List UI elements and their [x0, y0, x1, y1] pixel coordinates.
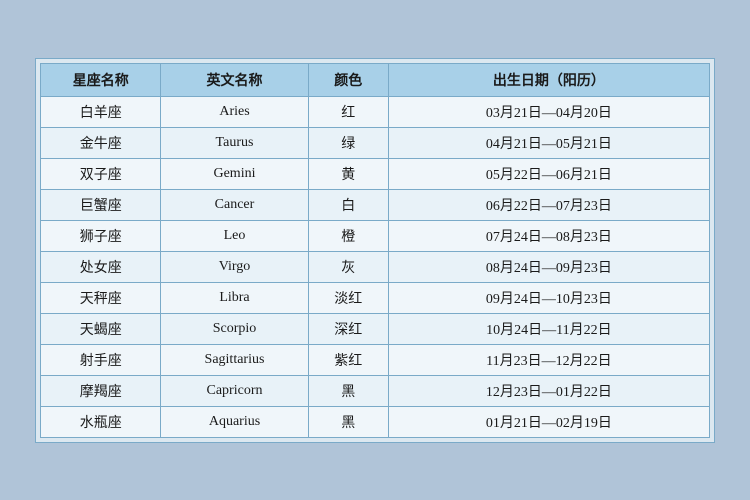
cell-color: 橙	[308, 220, 388, 251]
cell-cn-name: 射手座	[41, 344, 161, 375]
table-row: 水瓶座Aquarius黑01月21日—02月19日	[41, 406, 710, 437]
cell-cn-name: 处女座	[41, 251, 161, 282]
table-row: 巨蟹座Cancer白06月22日—07月23日	[41, 189, 710, 220]
cell-cn-name: 狮子座	[41, 220, 161, 251]
zodiac-table: 星座名称 英文名称 颜色 出生日期（阳历） 白羊座Aries红03月21日—04…	[40, 63, 710, 438]
header-cn-name: 星座名称	[41, 63, 161, 96]
cell-cn-name: 巨蟹座	[41, 189, 161, 220]
cell-en-name: Sagittarius	[161, 344, 308, 375]
cell-color: 灰	[308, 251, 388, 282]
cell-date: 12月23日—01月22日	[388, 375, 709, 406]
header-en-name: 英文名称	[161, 63, 308, 96]
cell-cn-name: 天秤座	[41, 282, 161, 313]
cell-cn-name: 天蝎座	[41, 313, 161, 344]
cell-date: 10月24日—11月22日	[388, 313, 709, 344]
cell-date: 03月21日—04月20日	[388, 96, 709, 127]
cell-color: 紫红	[308, 344, 388, 375]
cell-cn-name: 金牛座	[41, 127, 161, 158]
cell-color: 黑	[308, 406, 388, 437]
cell-en-name: Aquarius	[161, 406, 308, 437]
cell-date: 08月24日—09月23日	[388, 251, 709, 282]
table-row: 金牛座Taurus绿04月21日—05月21日	[41, 127, 710, 158]
cell-color: 黄	[308, 158, 388, 189]
table-row: 白羊座Aries红03月21日—04月20日	[41, 96, 710, 127]
cell-date: 09月24日—10月23日	[388, 282, 709, 313]
cell-color: 深红	[308, 313, 388, 344]
cell-en-name: Scorpio	[161, 313, 308, 344]
cell-date: 06月22日—07月23日	[388, 189, 709, 220]
cell-en-name: Libra	[161, 282, 308, 313]
cell-color: 白	[308, 189, 388, 220]
table-body: 白羊座Aries红03月21日—04月20日金牛座Taurus绿04月21日—0…	[41, 96, 710, 437]
table-row: 摩羯座Capricorn黑12月23日—01月22日	[41, 375, 710, 406]
cell-cn-name: 双子座	[41, 158, 161, 189]
header-date: 出生日期（阳历）	[388, 63, 709, 96]
cell-cn-name: 水瓶座	[41, 406, 161, 437]
table-row: 处女座Virgo灰08月24日—09月23日	[41, 251, 710, 282]
cell-color: 红	[308, 96, 388, 127]
cell-date: 11月23日—12月22日	[388, 344, 709, 375]
zodiac-table-container: 星座名称 英文名称 颜色 出生日期（阳历） 白羊座Aries红03月21日—04…	[35, 58, 715, 443]
table-row: 狮子座Leo橙07月24日—08月23日	[41, 220, 710, 251]
cell-date: 07月24日—08月23日	[388, 220, 709, 251]
cell-cn-name: 摩羯座	[41, 375, 161, 406]
table-row: 双子座Gemini黄05月22日—06月21日	[41, 158, 710, 189]
table-row: 天秤座Libra淡红09月24日—10月23日	[41, 282, 710, 313]
cell-en-name: Cancer	[161, 189, 308, 220]
header-color: 颜色	[308, 63, 388, 96]
cell-en-name: Taurus	[161, 127, 308, 158]
table-row: 射手座Sagittarius紫红11月23日—12月22日	[41, 344, 710, 375]
cell-color: 淡红	[308, 282, 388, 313]
cell-color: 黑	[308, 375, 388, 406]
cell-en-name: Gemini	[161, 158, 308, 189]
cell-en-name: Aries	[161, 96, 308, 127]
cell-color: 绿	[308, 127, 388, 158]
cell-en-name: Capricorn	[161, 375, 308, 406]
cell-cn-name: 白羊座	[41, 96, 161, 127]
table-header-row: 星座名称 英文名称 颜色 出生日期（阳历）	[41, 63, 710, 96]
table-row: 天蝎座Scorpio深红10月24日—11月22日	[41, 313, 710, 344]
cell-en-name: Leo	[161, 220, 308, 251]
cell-date: 01月21日—02月19日	[388, 406, 709, 437]
cell-date: 04月21日—05月21日	[388, 127, 709, 158]
cell-date: 05月22日—06月21日	[388, 158, 709, 189]
cell-en-name: Virgo	[161, 251, 308, 282]
